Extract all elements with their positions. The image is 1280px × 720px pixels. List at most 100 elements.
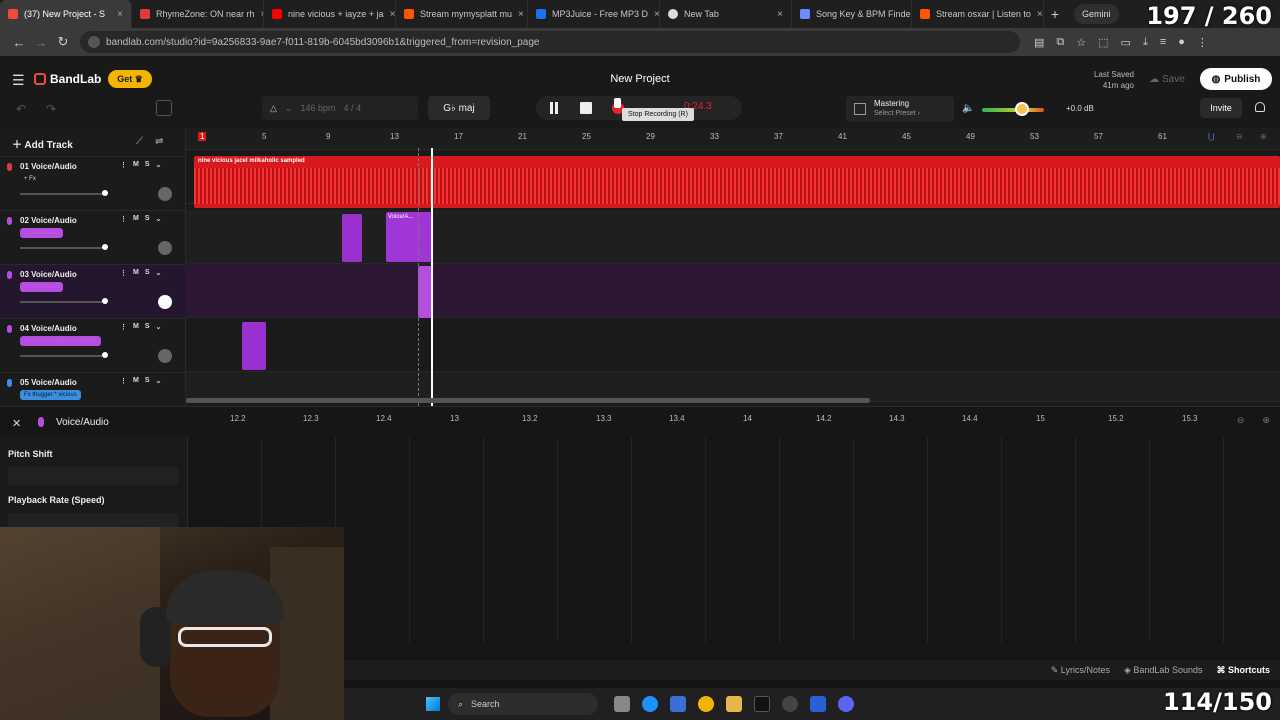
bell-icon[interactable]: [1255, 102, 1265, 112]
close-icon[interactable]: ×: [771, 9, 783, 20]
cast-icon[interactable]: ⧉: [1056, 36, 1064, 49]
track-name[interactable]: 05 Voice/Audio: [20, 378, 77, 387]
track-volume-slider[interactable]: [20, 355, 106, 357]
solo-button[interactable]: S: [145, 269, 150, 277]
mute-button[interactable]: M: [133, 161, 139, 169]
tab-new-tab[interactable]: New Tab ×: [660, 0, 792, 28]
audio-clip[interactable]: [342, 214, 362, 262]
close-icon[interactable]: ×: [384, 9, 395, 20]
task-view-icon[interactable]: [614, 696, 630, 712]
mute-button[interactable]: M: [133, 269, 139, 277]
shortcuts-button[interactable]: ⌘ Shortcuts: [1216, 665, 1270, 676]
chevron-down-icon[interactable]: ⌄: [156, 215, 162, 223]
menu-kebab-icon[interactable]: ⋮: [1197, 36, 1208, 49]
mastering-button[interactable]: Mastering Select Preset ›: [846, 96, 954, 122]
app-icon[interactable]: [810, 696, 826, 712]
reader-icon[interactable]: ▤: [1034, 36, 1044, 49]
track-name[interactable]: 02 Voice/Audio: [20, 216, 77, 225]
wand-icon[interactable]: ⟋: [136, 136, 143, 147]
forward-icon[interactable]: →: [30, 31, 52, 53]
gemini-button[interactable]: Gemini: [1074, 4, 1119, 24]
bandlab-logo[interactable]: BandLab: [34, 72, 101, 86]
solo-button[interactable]: S: [145, 215, 150, 223]
mute-button[interactable]: M: [133, 323, 139, 331]
invite-button[interactable]: Invite: [1200, 98, 1242, 118]
reload-icon[interactable]: ↻: [52, 31, 74, 53]
fx-tag[interactable]: Fx insomniac: [20, 228, 64, 238]
zoom-out-icon[interactable]: ⊖: [1236, 132, 1243, 141]
mute-button[interactable]: M: [133, 377, 139, 385]
speaker-icon[interactable]: 🔈: [962, 103, 974, 114]
audio-clip[interactable]: Voice/A...: [386, 212, 432, 262]
track-name[interactable]: 01 Voice/Audio: [20, 162, 77, 171]
track-name[interactable]: 04 Voice/Audio: [20, 324, 77, 333]
close-icon[interactable]: ×: [512, 9, 524, 20]
tab-new-project[interactable]: (37) New Project - S ×: [0, 0, 132, 28]
chevron-down-icon[interactable]: ⌄: [156, 269, 162, 277]
reading-list-icon[interactable]: ≡: [1160, 36, 1166, 49]
solo-button[interactable]: S: [145, 377, 150, 385]
discord-icon[interactable]: [838, 696, 854, 712]
close-icon[interactable]: ×: [1031, 9, 1043, 20]
tab-songkey[interactable]: Song Key & BPM Finde×: [792, 0, 912, 28]
chevron-down-icon[interactable]: ⌄: [156, 323, 162, 331]
fx-tag[interactable]: Fx Ad Lib Expanded Preset: [20, 336, 101, 346]
site-info-icon[interactable]: [88, 36, 100, 48]
get-membership-button[interactable]: Get ♛: [108, 70, 152, 88]
track-lane[interactable]: [186, 318, 1280, 372]
zoom-in-icon[interactable]: ⊕: [1262, 415, 1270, 426]
track-volume-knob[interactable]: [102, 190, 108, 196]
store-icon[interactable]: [670, 696, 686, 712]
windows-start-icon[interactable]: [426, 697, 440, 711]
track-row[interactable]: 03 Voice/Audio Fx insomniac ⋮ M S ⌄: [0, 264, 186, 318]
pause-icon[interactable]: [548, 102, 560, 114]
arrangement-timeline[interactable]: 1 5 9 13 17 21 25 29 33 37 41 45 49 53 5…: [186, 128, 1280, 406]
tab-rhymezone[interactable]: RhymeZone: ON near rh×: [132, 0, 264, 28]
bpm-field[interactable]: 146 bpm: [300, 103, 335, 113]
audio-region[interactable]: nine vicious jacel milkaholic sampled: [194, 156, 1280, 208]
track-name[interactable]: 03 Voice/Audio: [20, 270, 77, 279]
project-title[interactable]: New Project: [560, 73, 720, 85]
track-volume-slider[interactable]: [20, 193, 106, 195]
tab-youtube[interactable]: nine vicious + iayze + ja ×: [264, 0, 396, 28]
track-lane[interactable]: [186, 264, 1280, 318]
more-icon[interactable]: ⋮: [120, 161, 127, 169]
fx-tag[interactable]: Fx insomniac: [20, 282, 64, 292]
track-volume-slider[interactable]: [20, 247, 106, 249]
track-volume-knob[interactable]: [102, 244, 108, 250]
automation-icon[interactable]: ⇌: [155, 136, 163, 147]
time-signature-field[interactable]: 4 / 4: [344, 103, 362, 113]
track-row[interactable]: 05 Voice/Audio Fx thugger * vicious ⋮ M S ⌄: [0, 372, 186, 406]
more-icon[interactable]: ⋮: [120, 269, 127, 277]
pan-knob[interactable]: [158, 241, 172, 255]
pitch-shift-stepper[interactable]: [8, 467, 178, 485]
more-icon[interactable]: ⋮: [120, 215, 127, 223]
new-tab-button[interactable]: +: [1044, 6, 1066, 22]
undo-icon[interactable]: ↶: [16, 102, 26, 116]
add-track-button[interactable]: ＋ Add Track: [12, 136, 73, 151]
close-icon[interactable]: ✕: [12, 417, 21, 430]
pan-knob[interactable]: [158, 349, 172, 363]
publish-button[interactable]: ◍ Publish: [1200, 68, 1272, 90]
tab-soundcloud[interactable]: Stream mymysplatt mu ×: [396, 0, 528, 28]
pan-knob[interactable]: [158, 187, 172, 201]
chevron-down-icon[interactable]: ⌄: [285, 103, 293, 114]
pan-knob[interactable]: [158, 295, 172, 309]
bandlab-sounds-button[interactable]: ◈ BandLab Sounds: [1124, 665, 1202, 676]
mute-button[interactable]: M: [133, 215, 139, 223]
url-field[interactable]: bandlab.com/studio?id=9a256833-9ae7-f011…: [80, 31, 1020, 53]
key-selector[interactable]: G♭ maj: [428, 96, 490, 120]
sidepanel-icon[interactable]: ▭: [1121, 36, 1131, 49]
zoom-in-icon[interactable]: ⊕: [1260, 132, 1267, 141]
editor-ruler[interactable]: 12.2 12.3 12.4 13 13.2 13.3 13.4 14 14.2…: [188, 407, 1280, 431]
file-explorer-icon[interactable]: [726, 696, 742, 712]
editor-grid[interactable]: [188, 437, 1280, 643]
snap-magnet-icon[interactable]: ⋃: [1208, 132, 1215, 141]
side-panel-toggle-icon[interactable]: [156, 100, 172, 116]
metronome-icon[interactable]: △: [270, 103, 277, 114]
close-icon[interactable]: ×: [111, 9, 123, 20]
profile-icon[interactable]: ●: [1178, 36, 1185, 49]
extensions-icon[interactable]: ⬚: [1098, 36, 1108, 49]
redo-icon[interactable]: ↷: [46, 102, 56, 116]
chevron-down-icon[interactable]: ⌄: [156, 377, 162, 385]
